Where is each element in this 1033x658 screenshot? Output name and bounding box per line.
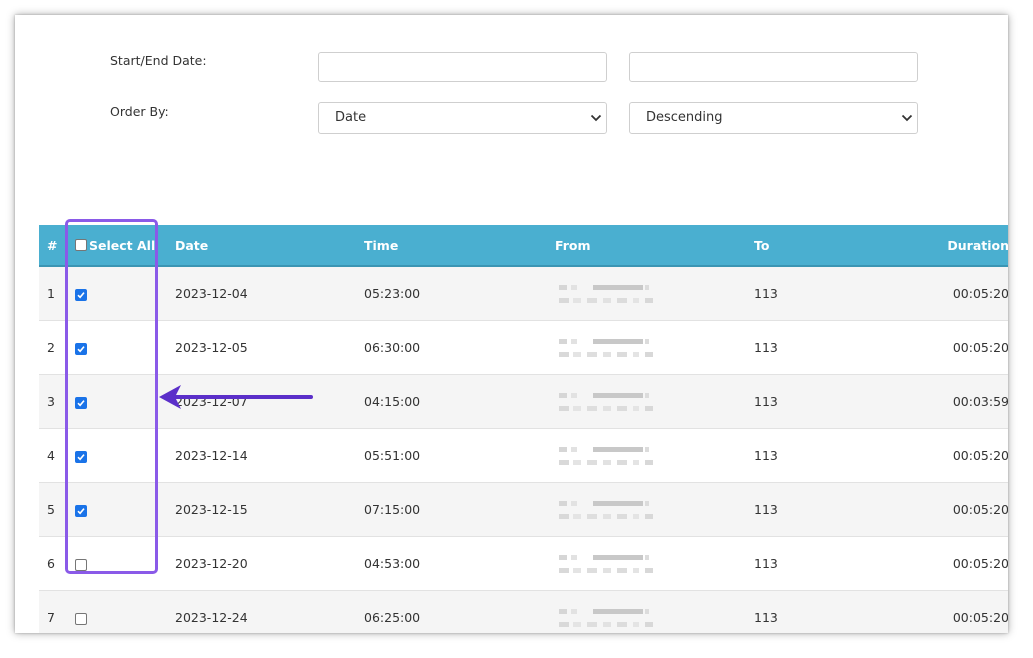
row-duration: 00:05:20 [926, 320, 1008, 375]
row-to: 113 [746, 536, 926, 591]
chevron-down-icon [590, 114, 602, 122]
row-duration: 00:05:20 [926, 536, 1008, 591]
row-date: 2023-12-05 [167, 320, 356, 375]
column-header-time[interactable]: Time [356, 225, 547, 267]
table-row: 1 2023-12-04 05:23:00 113 00:05:20 [39, 266, 1008, 321]
row-date: 2023-12-24 [167, 590, 356, 633]
row-date: 2023-12-14 [167, 428, 356, 483]
row-to: 113 [746, 590, 926, 633]
redacted-caller-info [559, 500, 653, 519]
row-from [547, 428, 746, 483]
order-field-value: Date [335, 110, 367, 125]
row-time: 06:25:00 [356, 590, 547, 633]
redacted-caller-info [559, 608, 653, 627]
row-date: 2023-12-15 [167, 482, 356, 537]
column-header-num: # [39, 225, 67, 267]
order-direction-select[interactable]: Descending [629, 102, 918, 134]
redacted-caller-info [559, 392, 653, 411]
column-header-duration[interactable]: Duration [926, 225, 1008, 267]
row-to: 113 [746, 320, 926, 375]
row-time: 07:15:00 [356, 482, 547, 537]
end-date-input[interactable] [629, 52, 918, 82]
row-duration: 00:05:20 [926, 428, 1008, 483]
row-duration: 00:03:59 [926, 374, 1008, 429]
row-time: 06:30:00 [356, 320, 547, 375]
order-by-label: Order By: [110, 104, 169, 119]
column-header-from[interactable]: From [547, 225, 746, 267]
row-time: 05:23:00 [356, 266, 547, 321]
call-log-table: # Select All Date Time From To Duration … [39, 225, 1008, 633]
row-number: 4 [39, 428, 67, 483]
call-log-panel: Start/End Date: Order By: Date Descendin… [15, 15, 1008, 633]
row-time: 05:51:00 [356, 428, 547, 483]
table-row: 5 2023-12-15 07:15:00 113 00:05:20 [39, 482, 1008, 537]
row-from [547, 590, 746, 633]
redacted-caller-info [559, 284, 653, 303]
table-row: 2 2023-12-05 06:30:00 113 00:05:20 [39, 320, 1008, 375]
row-date: 2023-12-20 [167, 536, 356, 591]
row-select-cell [67, 590, 167, 633]
column-header-date[interactable]: Date [167, 225, 356, 267]
column-header-to[interactable]: To [746, 225, 926, 267]
pointer-arrow-icon [159, 385, 313, 409]
row-to: 113 [746, 374, 926, 429]
row-date: 2023-12-04 [167, 266, 356, 321]
chevron-down-icon [901, 114, 913, 122]
row-number: 2 [39, 320, 67, 375]
redacted-caller-info [559, 554, 653, 573]
redacted-caller-info [559, 338, 653, 357]
table-row: 4 2023-12-14 05:51:00 113 00:05:20 [39, 428, 1008, 483]
date-range-label: Start/End Date: [110, 53, 207, 68]
row-from [547, 482, 746, 537]
row-time: 04:53:00 [356, 536, 547, 591]
row-number: 6 [39, 536, 67, 591]
row-number: 1 [39, 266, 67, 321]
row-select-checkbox[interactable] [75, 612, 87, 625]
redacted-caller-info [559, 446, 653, 465]
row-number: 7 [39, 590, 67, 633]
table-header-row: # Select All Date Time From To Duration [39, 225, 1008, 267]
checkbox-column-highlight [65, 219, 158, 574]
row-to: 113 [746, 482, 926, 537]
table-row: 6 2023-12-20 04:53:00 113 00:05:20 [39, 536, 1008, 591]
table-row: 7 2023-12-24 06:25:00 113 00:05:20 [39, 590, 1008, 633]
row-to: 113 [746, 266, 926, 321]
row-from [547, 266, 746, 321]
row-duration: 00:05:20 [926, 590, 1008, 633]
row-duration: 00:05:20 [926, 266, 1008, 321]
row-from [547, 374, 746, 429]
row-number: 5 [39, 482, 67, 537]
start-date-input[interactable] [318, 52, 607, 82]
row-number: 3 [39, 374, 67, 429]
row-to: 113 [746, 428, 926, 483]
row-from [547, 536, 746, 591]
order-direction-value: Descending [646, 110, 723, 125]
row-duration: 00:05:20 [926, 482, 1008, 537]
order-field-select[interactable]: Date [318, 102, 607, 134]
row-from [547, 320, 746, 375]
row-time: 04:15:00 [356, 374, 547, 429]
